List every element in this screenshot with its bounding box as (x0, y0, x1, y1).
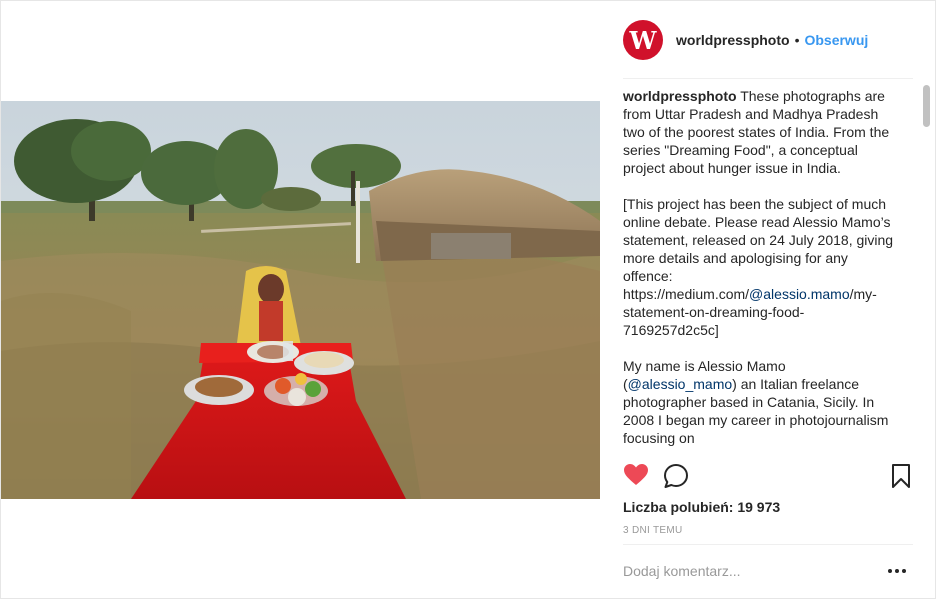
more-options-icon[interactable] (887, 561, 907, 581)
comment-icon[interactable] (663, 463, 689, 494)
caption-text: worldpressphoto These photographs are fr… (623, 87, 899, 447)
post-card: W worldpressphoto • Obserwuj worldpressp… (0, 0, 936, 599)
bookmark-icon[interactable] (891, 463, 911, 494)
post-sidebar: W worldpressphoto • Obserwuj worldpressp… (601, 1, 935, 598)
post-photo[interactable] (1, 101, 600, 499)
caption-scrollbar[interactable] (923, 85, 931, 455)
avatar[interactable]: W (623, 20, 663, 60)
mention-link[interactable]: @alessio_mamo (628, 376, 732, 392)
follow-button[interactable]: Obserwuj (804, 32, 868, 48)
divider (623, 544, 913, 545)
action-bar (623, 463, 919, 493)
post-timestamp[interactable]: 3 DNI TEMU (623, 525, 683, 536)
post-header: W worldpressphoto • Obserwuj (623, 19, 913, 61)
avatar-letter: W (629, 25, 657, 55)
mention-link[interactable]: @alessio.mamo (749, 286, 850, 302)
header-username[interactable]: worldpressphoto (676, 32, 790, 48)
divider (623, 78, 913, 79)
separator-dot: • (794, 32, 800, 48)
caption-username[interactable]: worldpressphoto (623, 88, 737, 104)
comment-input[interactable] (623, 559, 863, 583)
likes-count[interactable]: Liczba polubień: 19 973 (623, 499, 780, 515)
caption-area[interactable]: worldpressphoto These photographs are fr… (623, 87, 923, 457)
post-media (1, 1, 600, 598)
scrollbar-thumb[interactable] (923, 85, 930, 127)
heart-icon[interactable] (623, 463, 649, 492)
